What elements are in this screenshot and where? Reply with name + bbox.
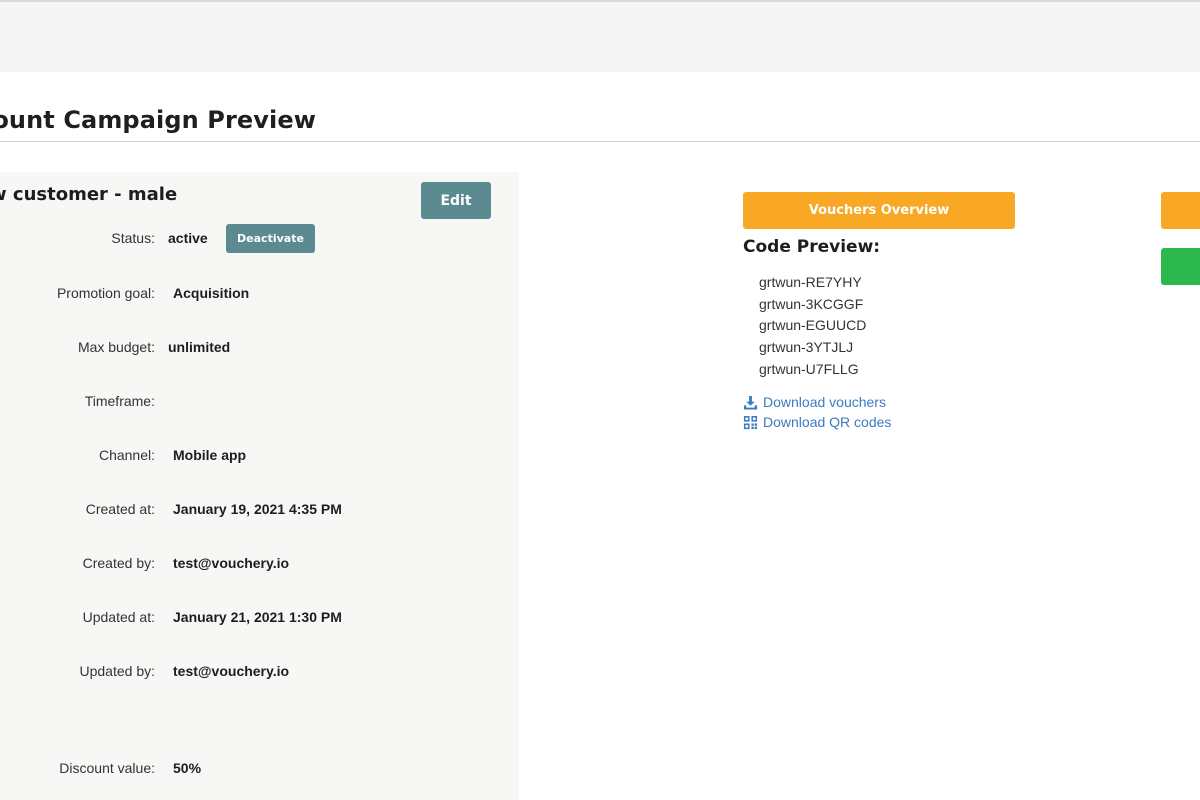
- download-qr-codes-link[interactable]: Download QR codes: [743, 412, 891, 432]
- field-discount-value: Discount value: 50%: [0, 757, 519, 779]
- qr-code-icon: [743, 415, 758, 430]
- status-value: active: [168, 230, 208, 246]
- discount-value-label: Discount value:: [59, 760, 155, 776]
- field-created-at: Created at: January 19, 2021 4:35 PM: [0, 498, 519, 520]
- voucher-code-item: grtwun-3KCGGF: [759, 295, 864, 312]
- created-at-label: Created at:: [85, 501, 155, 517]
- campaign-details-panel: [0, 172, 519, 800]
- field-created-by: Created by: test@vouchery.io: [0, 552, 519, 574]
- created-by-label: Created by:: [82, 555, 155, 571]
- max-budget-value: unlimited: [168, 339, 231, 355]
- channel-label: Channel:: [98, 447, 155, 463]
- promotion-goal-label: Promotion goal:: [56, 285, 155, 301]
- code-preview-title: Code Preview:: [743, 237, 881, 257]
- vouchers-overview-button[interactable]: Vouchers Overview: [743, 192, 1015, 229]
- voucher-code-item: grtwun-EGUUCD: [759, 317, 867, 334]
- download-vouchers-link[interactable]: Download vouchers: [743, 392, 886, 412]
- download-icon: [743, 395, 758, 410]
- right-action-button-orange[interactable]: [1161, 192, 1200, 229]
- updated-by-label: Updated by:: [79, 663, 156, 679]
- field-updated-at: Updated at: January 21, 2021 1:30 PM: [0, 606, 519, 628]
- updated-by-value: test@vouchery.io: [173, 663, 290, 679]
- status-label: Status:: [111, 230, 155, 246]
- discount-value-value: 50%: [173, 760, 202, 776]
- field-promotion-goal: Promotion goal: Acquisition: [0, 282, 519, 304]
- title-divider: [0, 141, 1200, 142]
- created-by-value: test@vouchery.io: [173, 555, 290, 571]
- deactivate-button[interactable]: Deactivate: [226, 224, 315, 253]
- top-bar: [0, 2, 1200, 72]
- right-action-button-green[interactable]: [1161, 248, 1200, 285]
- field-max-budget: Max budget: unlimited: [0, 336, 519, 358]
- updated-at-label: Updated at:: [82, 609, 155, 625]
- promotion-goal-value: Acquisition: [173, 285, 250, 301]
- download-vouchers-label: Download vouchers: [763, 394, 886, 410]
- created-at-value: January 19, 2021 4:35 PM: [173, 501, 342, 517]
- campaign-name: w customer - male: [0, 184, 178, 205]
- channel-value: Mobile app: [173, 447, 247, 463]
- field-timeframe: Timeframe:: [0, 390, 519, 412]
- field-channel: Channel: Mobile app: [0, 444, 519, 466]
- edit-button[interactable]: Edit: [421, 182, 491, 219]
- voucher-code-item: grtwun-3YTJLJ: [759, 339, 854, 356]
- voucher-code-item: grtwun-U7FLLG: [759, 360, 859, 377]
- page-title: count Campaign Preview: [0, 106, 316, 134]
- code-preview-list: grtwun-RE7YHY grtwun-3KCGGF grtwun-EGUUC…: [759, 272, 866, 380]
- voucher-code-item: grtwun-RE7YHY: [759, 274, 862, 290]
- updated-at-value: January 21, 2021 1:30 PM: [173, 609, 342, 625]
- max-budget-label: Max budget:: [77, 339, 155, 355]
- download-qr-codes-label: Download QR codes: [763, 414, 892, 430]
- timeframe-label: Timeframe:: [84, 393, 155, 409]
- field-updated-by: Updated by: test@vouchery.io: [0, 660, 519, 682]
